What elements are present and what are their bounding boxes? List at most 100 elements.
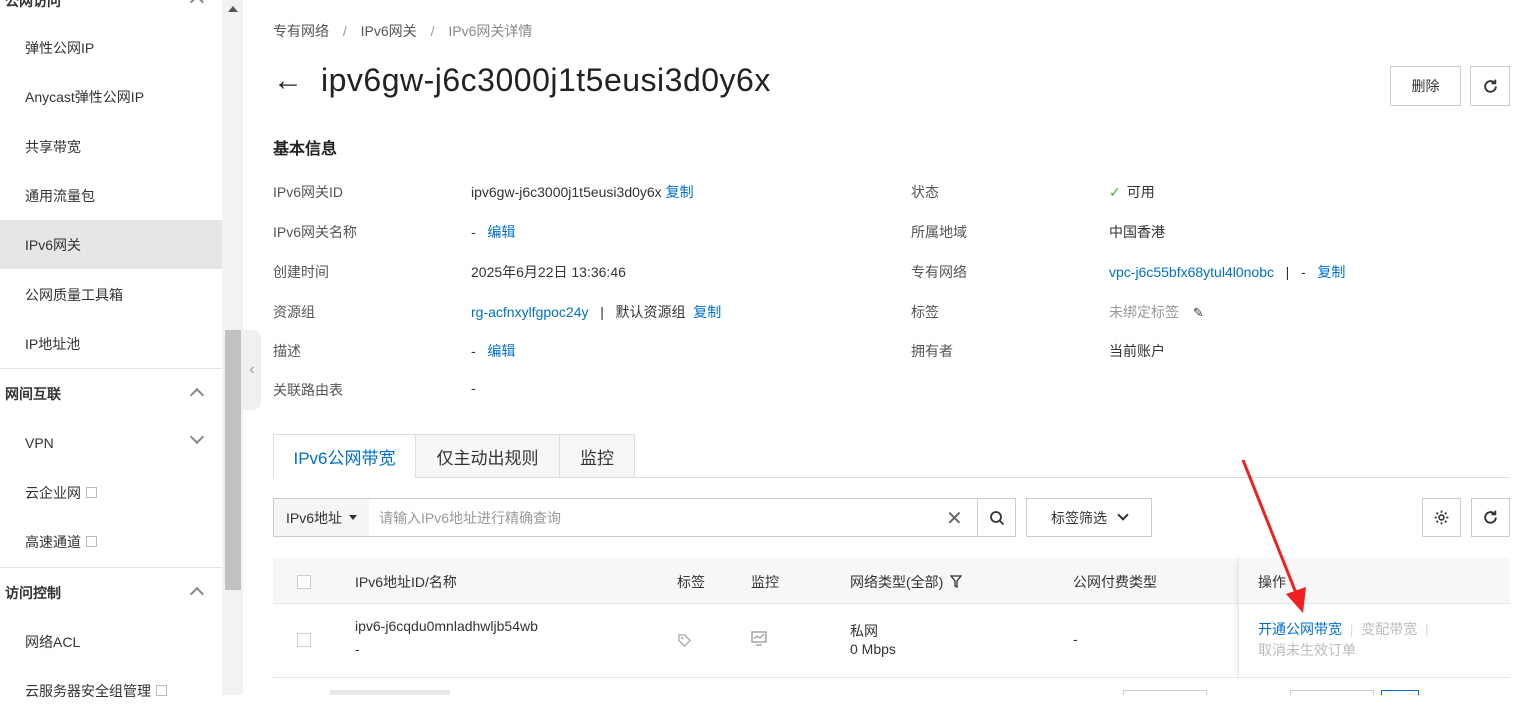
breadcrumb-current: IPv6网关详情 — [448, 23, 533, 39]
search-box: IPv6地址 ✕ — [273, 498, 1016, 537]
info-label-created-time: 创建时间 — [273, 264, 329, 280]
sidebar-item-vpn[interactable]: VPN — [0, 418, 222, 467]
chevron-up-icon — [189, 586, 205, 602]
actions-column: 开通公网带宽 | 变配带宽 | 取消未生效订单 — [1238, 558, 1510, 678]
refresh-icon — [1483, 79, 1497, 93]
sidebar-item-traffic-package[interactable]: 通用流量包 — [0, 171, 222, 220]
sidebar-item-ipv6-gateway[interactable]: IPv6网关 — [0, 220, 222, 269]
tab-ipv6-bandwidth[interactable]: IPv6公网带宽 — [273, 434, 416, 478]
gateway-name-text: - — [471, 224, 476, 240]
breadcrumb: 专有网络 / IPv6网关 / IPv6网关详情 — [273, 21, 542, 41]
sidebar-item-network-toolbox[interactable]: 公网质量工具箱 — [0, 270, 222, 319]
info-value-region: 中国香港 — [1109, 224, 1165, 240]
status-text: 可用 — [1126, 184, 1155, 200]
edit-description-link[interactable]: 编辑 — [487, 343, 515, 359]
copy-resource-group-link[interactable]: 复制 — [693, 304, 721, 320]
ipv6-address-name: - — [355, 641, 360, 657]
info-value-status: ✓ 可用 — [1109, 182, 1155, 202]
info-value-description: - 编辑 — [471, 341, 515, 361]
info-value-tags: 未绑定标签 ✎ — [1109, 302, 1204, 322]
chevron-up-icon — [189, 387, 205, 403]
back-arrow-icon[interactable]: ← — [273, 65, 303, 96]
search-input[interactable] — [379, 499, 939, 536]
column-header-network-type[interactable]: 网络类型(全部) — [850, 572, 963, 592]
sidebar-group-interconnect[interactable]: 网间互联 — [0, 369, 222, 418]
tags-text: 未绑定标签 — [1109, 304, 1179, 320]
check-icon: ✓ — [1109, 184, 1121, 200]
cancel-pending-order-link[interactable]: 取消未生效订单 — [1258, 640, 1356, 660]
settings-button[interactable] — [1422, 498, 1461, 537]
tab-egress-only-rules[interactable]: 仅主动出规则 — [415, 434, 560, 478]
clear-icon[interactable]: ✕ — [946, 506, 963, 531]
copy-vpc-link[interactable]: 复制 — [1317, 264, 1345, 280]
section-title-basic-info: 基本信息 — [273, 141, 338, 158]
sidebar-item-anycast-eip[interactable]: Anycast弹性公网IP — [0, 72, 222, 121]
select-all-checkbox[interactable] — [297, 575, 311, 589]
sidebar-item-security-group[interactable]: 云服务器安全组管理 — [0, 666, 222, 715]
title-row: ← ipv6gw-j6c3000j1t5eusi3d0y6x — [273, 62, 771, 99]
table-refresh-button[interactable] — [1471, 498, 1510, 537]
breadcrumb-ipv6-gateway[interactable]: IPv6网关 — [361, 23, 417, 39]
separator: | — [1345, 621, 1358, 637]
filter-icon[interactable] — [949, 575, 963, 589]
page-button[interactable] — [1290, 690, 1374, 695]
sidebar-scroll-thumb[interactable] — [225, 330, 241, 590]
pagination-area — [273, 680, 1510, 695]
sidebar-item-express-connect[interactable]: 高速通道 — [0, 517, 222, 566]
sidebar-item-eip[interactable]: 弹性公网IP — [0, 23, 222, 72]
sidebar-item-label: 弹性公网IP — [25, 39, 95, 56]
ipv6-address-id: ipv6-j6cqdu0mnladhwljb54wb — [355, 618, 538, 634]
copy-gateway-id-link[interactable]: 复制 — [666, 184, 694, 200]
external-link-icon — [86, 487, 97, 498]
sidebar-group-public-access[interactable]: 公网访问 — [0, 0, 222, 25]
edit-pencil-icon[interactable]: ✎ — [1193, 305, 1204, 321]
search-field-select[interactable]: IPv6地址 — [274, 499, 369, 536]
scroll-up-icon[interactable] — [228, 6, 238, 12]
info-label-gateway-name: IPv6网关名称 — [273, 224, 358, 240]
refresh-button[interactable] — [1470, 66, 1510, 106]
sidebar-item-ip-pool[interactable]: IP地址池 — [0, 319, 222, 368]
caret-down-icon — [349, 515, 358, 520]
row-checkbox[interactable] — [297, 633, 311, 647]
page-size-select[interactable] — [1123, 690, 1207, 695]
sidebar-item-label: VPN — [25, 434, 54, 451]
sidebar-item-network-acl[interactable]: 网络ACL — [0, 617, 222, 666]
modify-bandwidth-link[interactable]: 变配带宽 — [1361, 621, 1417, 637]
breadcrumb-vpc[interactable]: 专有网络 — [273, 23, 329, 39]
gateway-id-text: ipv6gw-j6c3000j1t5eusi3d0y6x — [471, 184, 662, 200]
chevron-up-icon — [189, 0, 205, 10]
sidebar-collapse-handle[interactable]: ‹ — [243, 330, 261, 410]
delete-button[interactable]: 删除 — [1390, 66, 1461, 106]
tab-label: 仅主动出规则 — [436, 448, 539, 468]
pagination-control[interactable] — [330, 690, 450, 695]
info-label-region: 所属地域 — [911, 224, 967, 240]
resource-group-name: 默认资源组 — [615, 304, 686, 320]
sidebar-item-cen[interactable]: 云企业网 — [0, 468, 222, 517]
info-label-description: 描述 — [273, 343, 301, 359]
search-button[interactable] — [977, 499, 1016, 536]
delete-button-label: 删除 — [1411, 78, 1440, 94]
page-current[interactable] — [1381, 690, 1419, 695]
tab-monitor[interactable]: 监控 — [559, 434, 635, 478]
edit-gateway-name-link[interactable]: 编辑 — [487, 224, 515, 240]
tag-icon[interactable] — [677, 633, 692, 648]
sidebar-item-shared-bandwidth[interactable]: 共享带宽 — [0, 122, 222, 171]
sidebar-item-label: 云企业网 — [25, 484, 81, 501]
resource-group-link[interactable]: rg-acfnxylfgpoc24y — [471, 304, 589, 320]
info-label-status: 状态 — [911, 184, 939, 200]
monitor-chart-icon[interactable] — [751, 631, 767, 646]
sidebar: 公网访问 弹性公网IP Anycast弹性公网IP 共享带宽 通用流量包 IPv… — [0, 0, 243, 699]
chevron-down-icon — [1117, 509, 1129, 521]
tag-filter-button[interactable]: 标签筛选 — [1026, 498, 1152, 537]
info-value-resource-group: rg-acfnxylfgpoc24y | 默认资源组 复制 — [471, 302, 721, 322]
separator: | — [1421, 621, 1429, 637]
enable-public-bandwidth-link[interactable]: 开通公网带宽 — [1258, 621, 1342, 637]
sidebar-group-access-control[interactable]: 访问控制 — [0, 568, 222, 617]
vpc-link[interactable]: vpc-j6c55bfx68ytul4l0nobc — [1109, 264, 1274, 280]
info-value-gateway-name: - 编辑 — [471, 222, 515, 242]
info-label-owner: 拥有者 — [911, 343, 953, 359]
sidebar-item-label: IPv6网关 — [25, 236, 82, 253]
page-title: ipv6gw-j6c3000j1t5eusi3d0y6x — [321, 62, 771, 98]
sidebar-item-label: 云服务器安全组管理 — [25, 682, 151, 699]
sidebar-item-label: 共享带宽 — [25, 138, 81, 155]
